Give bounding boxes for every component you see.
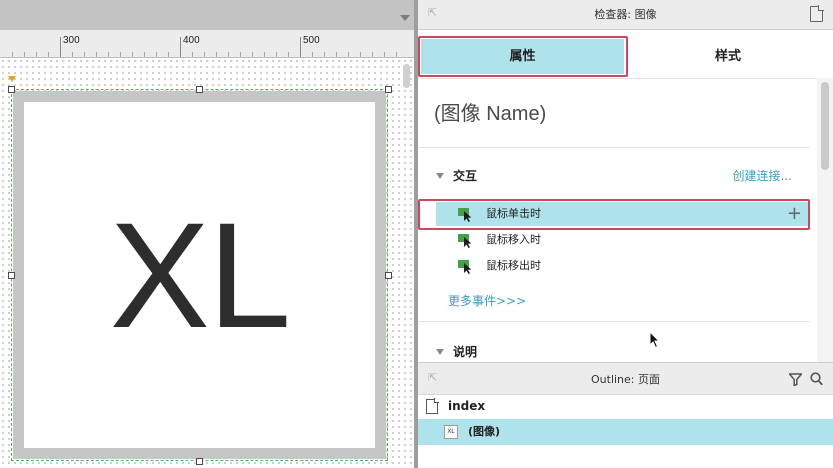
ruler-tick-major xyxy=(60,37,61,57)
outline-item-label: index xyxy=(448,399,486,413)
ruler-tick xyxy=(276,52,277,57)
ruler-tick xyxy=(12,52,13,57)
ruler-tick xyxy=(192,52,193,57)
notes-section-header[interactable]: 说明 xyxy=(436,343,477,360)
properties-pane: (图像 Name) 交互 创建连接... 鼠标单击时 + 鼠标移入时 鼠标移出时… xyxy=(418,78,818,362)
more-events-link[interactable]: 更多事件>>> xyxy=(448,292,526,309)
ruler-tick xyxy=(372,52,373,57)
canvas-tab-bar xyxy=(0,0,414,30)
page-icon[interactable] xyxy=(810,5,824,22)
ruler-tick-major xyxy=(300,37,301,57)
ruler-tick xyxy=(312,52,313,57)
tab-style[interactable]: 样式 xyxy=(628,39,828,74)
ruler-tick xyxy=(336,52,337,57)
inspector-panel: ⇱ 检查器: 图像 属性 样式 (图像 Name) 交互 创建连接... 鼠标单… xyxy=(418,0,833,362)
expand-triangle-icon xyxy=(436,173,444,179)
outline-item-page[interactable]: index xyxy=(418,395,833,417)
event-label: 鼠标移入时 xyxy=(486,233,541,246)
ruler-tick xyxy=(156,52,157,57)
divider xyxy=(418,321,810,322)
ruler-tick xyxy=(132,52,133,57)
inspector-tabs: 属性 样式 xyxy=(418,36,833,77)
image-widget[interactable]: XL xyxy=(13,91,386,459)
event-row-onclick[interactable]: 鼠标单击时 + xyxy=(436,202,808,349)
resize-handle-bottom[interactable] xyxy=(196,458,203,465)
ruler-tick-major xyxy=(180,37,181,57)
outline-item-label: (图像) xyxy=(468,425,501,438)
ruler-tick xyxy=(240,52,241,57)
ruler-tick xyxy=(84,52,85,57)
ruler-label: 400 xyxy=(183,35,200,46)
interactions-section-header[interactable]: 交互 xyxy=(436,167,477,184)
inspector-scrollbar[interactable] xyxy=(817,78,833,362)
filter-icon[interactable] xyxy=(789,373,802,386)
event-row-onmouseenter[interactable]: 鼠标移入时 xyxy=(436,228,808,252)
ruler-tick xyxy=(72,52,73,57)
lightning-cursor-icon xyxy=(458,234,472,248)
ruler-label: 300 xyxy=(63,35,80,46)
lightning-cursor-icon xyxy=(458,260,472,274)
ruler-tick xyxy=(252,52,253,57)
expand-triangle-icon xyxy=(436,349,444,355)
ruler-tick xyxy=(144,52,145,57)
outline-header: ⇱ Outline: 页面 xyxy=(418,362,833,395)
image-widget-icon: XL xyxy=(444,425,458,439)
notes-section-title: 说明 xyxy=(453,345,478,359)
scrollbar-thumb[interactable] xyxy=(821,82,829,170)
mouse-cursor-icon xyxy=(649,331,661,349)
ruler-tick xyxy=(288,52,289,57)
ruler-tick xyxy=(396,52,397,57)
ruler-tick xyxy=(228,52,229,57)
search-icon[interactable] xyxy=(810,372,823,386)
tab-dropdown-arrow-icon[interactable] xyxy=(400,15,410,21)
create-link-button[interactable]: 创建连接... xyxy=(733,167,792,184)
ruler-tick xyxy=(264,52,265,57)
outline-item-image[interactable]: XL (图像) xyxy=(418,419,833,445)
divider xyxy=(418,147,810,148)
ruler-tick xyxy=(168,52,169,57)
event-label: 鼠标移出时 xyxy=(486,259,541,272)
canvas-area[interactable]: 300 400 500 XL xyxy=(0,0,414,468)
ruler-tick xyxy=(324,52,325,57)
event-label: 鼠标单击时 xyxy=(486,207,541,220)
ruler-tick xyxy=(204,52,205,57)
add-case-icon[interactable]: + xyxy=(787,202,802,226)
outline-panel: ⇱ Outline: 页面 index XL (图像) xyxy=(418,362,833,468)
resize-handle-right[interactable] xyxy=(385,272,392,279)
resize-handle-top-left[interactable] xyxy=(8,86,15,93)
ruler-tick xyxy=(48,52,49,57)
ruler-tick xyxy=(360,52,361,57)
page-icon xyxy=(426,398,439,414)
ruler-tick xyxy=(348,52,349,57)
interactions-section-title: 交互 xyxy=(453,169,478,183)
ruler-label: 500 xyxy=(303,35,320,46)
image-placeholder-text: XL xyxy=(109,190,291,359)
resize-handle-top-right[interactable] xyxy=(385,86,392,93)
ruler-tick xyxy=(120,52,121,57)
ruler-tick xyxy=(384,52,385,57)
horizontal-ruler: 300 400 500 xyxy=(0,30,414,58)
event-row-onmouseleave[interactable]: 鼠标移出时 xyxy=(436,254,808,278)
ruler-tick xyxy=(36,52,37,57)
resize-handle-top[interactable] xyxy=(196,86,203,93)
ruler-tick xyxy=(96,52,97,57)
inspector-header: ⇱ 检查器: 图像 xyxy=(418,0,833,30)
ruler-marker-icon[interactable] xyxy=(8,76,16,82)
highlight-frame xyxy=(418,36,628,77)
widget-name-field[interactable]: (图像 Name) xyxy=(434,97,546,126)
resize-handle-left[interactable] xyxy=(8,272,15,279)
ruler-tick xyxy=(216,52,217,57)
lightning-cursor-icon xyxy=(458,208,472,222)
canvas-scrollbar[interactable] xyxy=(403,64,410,88)
outline-title: Outline: 页面 xyxy=(591,373,660,386)
ruler-tick xyxy=(24,52,25,57)
inspector-title: 检查器: 图像 xyxy=(594,8,657,21)
ruler-tick xyxy=(108,52,109,57)
